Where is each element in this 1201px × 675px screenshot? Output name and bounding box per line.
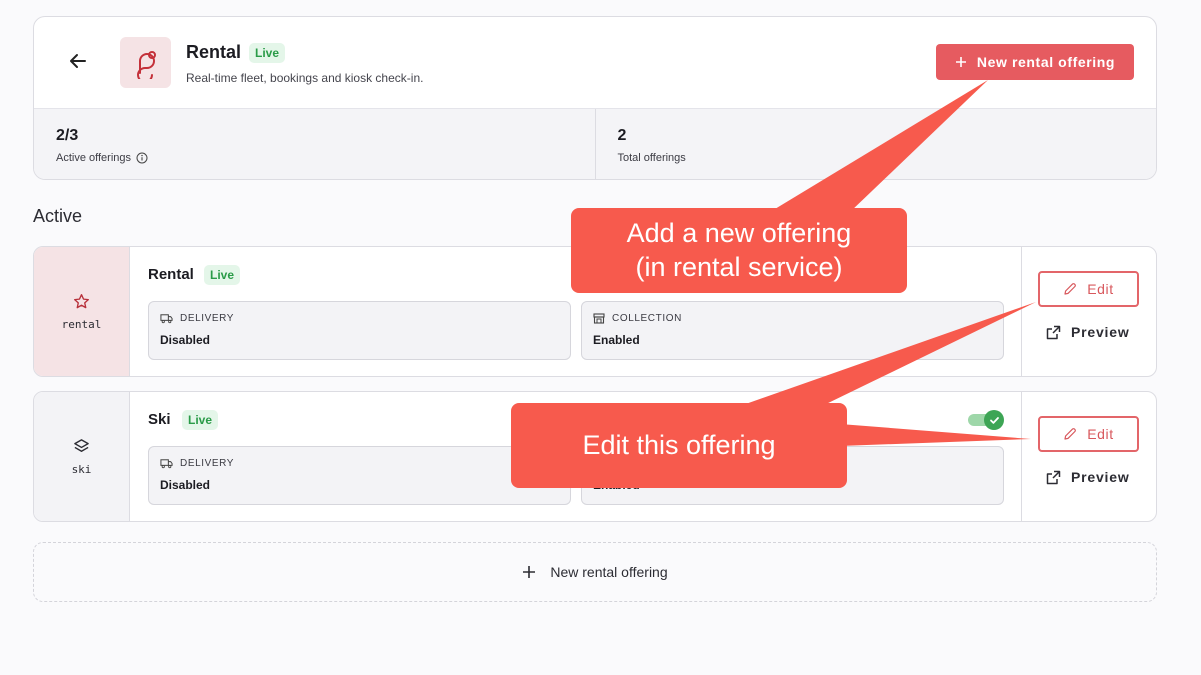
check-icon <box>989 416 999 424</box>
stat-active-offerings: 2/3 Active offerings <box>34 109 595 179</box>
status-badge: Live <box>182 410 219 430</box>
plus-icon <box>523 566 536 578</box>
plus-icon <box>955 57 966 67</box>
delivery-field-label-row: DELIVERY <box>160 458 234 469</box>
field-value: Enabled <box>593 478 640 492</box>
callout-line-2: (in rental service) <box>635 252 843 282</box>
toggle-knob <box>984 410 1004 430</box>
pencil-icon <box>1064 428 1077 440</box>
add-offering-row[interactable]: New rental offering <box>33 542 1157 602</box>
stat-label-row: Active offerings <box>56 152 148 164</box>
field-value: Enabled <box>593 333 640 347</box>
add-offering-label: New rental offering <box>550 564 668 580</box>
truck-icon <box>160 314 173 324</box>
stat-value: 2/3 <box>56 127 79 144</box>
callout-add-offering-text: Add a new offering (in rental service) <box>571 216 907 284</box>
new-rental-offering-label: New rental offering <box>976 54 1116 70</box>
edit-label: Edit <box>1087 426 1114 442</box>
truck-icon <box>160 459 173 469</box>
rental-logo-icon <box>136 50 156 79</box>
stat-label: Total offerings <box>617 152 686 164</box>
delivery-field: DELIVERY Disabled <box>148 301 571 360</box>
collection-field-label-row: COLLECTION <box>593 313 682 324</box>
store-icon <box>593 313 605 324</box>
offering-name: Ski <box>148 411 171 428</box>
new-rental-offering-button[interactable]: New rental offering <box>936 44 1134 80</box>
status-badge: Live <box>204 265 241 285</box>
offering-slug: ski <box>71 462 92 476</box>
rental-app-logo <box>120 37 171 88</box>
callout-edit-offering-text: Edit this offering <box>582 430 776 460</box>
preview-button[interactable]: Preview <box>1046 469 1130 485</box>
page-subtitle: Real-time fleet, bookings and kiosk chec… <box>186 71 424 85</box>
edit-label: Edit <box>1087 281 1114 297</box>
stats-bar: 2/3 Active offerings 2 Total offerings <box>34 109 1157 179</box>
pencil-icon <box>1064 283 1077 295</box>
external-link-icon <box>1046 470 1061 484</box>
page-title: Rental <box>186 42 242 62</box>
collection-field: COLLECTION Enabled <box>581 301 1004 360</box>
edit-button[interactable]: Edit <box>1038 416 1139 452</box>
section-title-active: Active <box>33 206 83 226</box>
delivery-field: DELIVERY Disabled <box>148 446 571 505</box>
preview-button[interactable]: Preview <box>1046 324 1130 340</box>
offering-slug-panel: rental <box>34 247 130 376</box>
field-label: DELIVERY <box>180 313 235 324</box>
field-value: Disabled <box>160 333 211 347</box>
offering-active-toggle[interactable] <box>968 410 1006 430</box>
back-button[interactable] <box>64 47 92 75</box>
arrow-left-icon <box>70 54 86 68</box>
external-link-icon <box>1046 325 1061 339</box>
field-value: Disabled <box>160 478 211 492</box>
offering-name: Rental <box>148 266 194 283</box>
stat-value: 2 <box>617 127 627 144</box>
offering-slug: rental <box>61 317 102 331</box>
preview-label: Preview <box>1071 469 1130 485</box>
service-header-card: Rental Live Real-time fleet, bookings an… <box>33 16 1157 180</box>
status-badge: Live <box>249 43 286 63</box>
offering-actions: Edit Preview <box>1021 392 1156 521</box>
star-icon <box>74 293 89 308</box>
stat-total-offerings: 2 Total offerings <box>594 109 1157 179</box>
layers-icon <box>74 438 89 452</box>
offering-actions: Edit Preview <box>1021 247 1156 376</box>
field-label: COLLECTION <box>612 313 682 324</box>
offering-slug-panel: ski <box>34 392 130 521</box>
info-icon[interactable] <box>136 152 148 164</box>
stat-label: Active offerings <box>56 152 132 164</box>
field-label: DELIVERY <box>180 458 235 469</box>
preview-label: Preview <box>1071 324 1130 340</box>
edit-button[interactable]: Edit <box>1038 271 1139 307</box>
callout-line-1: Add a new offering <box>626 218 852 248</box>
service-header: Rental Live Real-time fleet, bookings an… <box>34 17 1156 109</box>
delivery-field-label-row: DELIVERY <box>160 313 234 324</box>
